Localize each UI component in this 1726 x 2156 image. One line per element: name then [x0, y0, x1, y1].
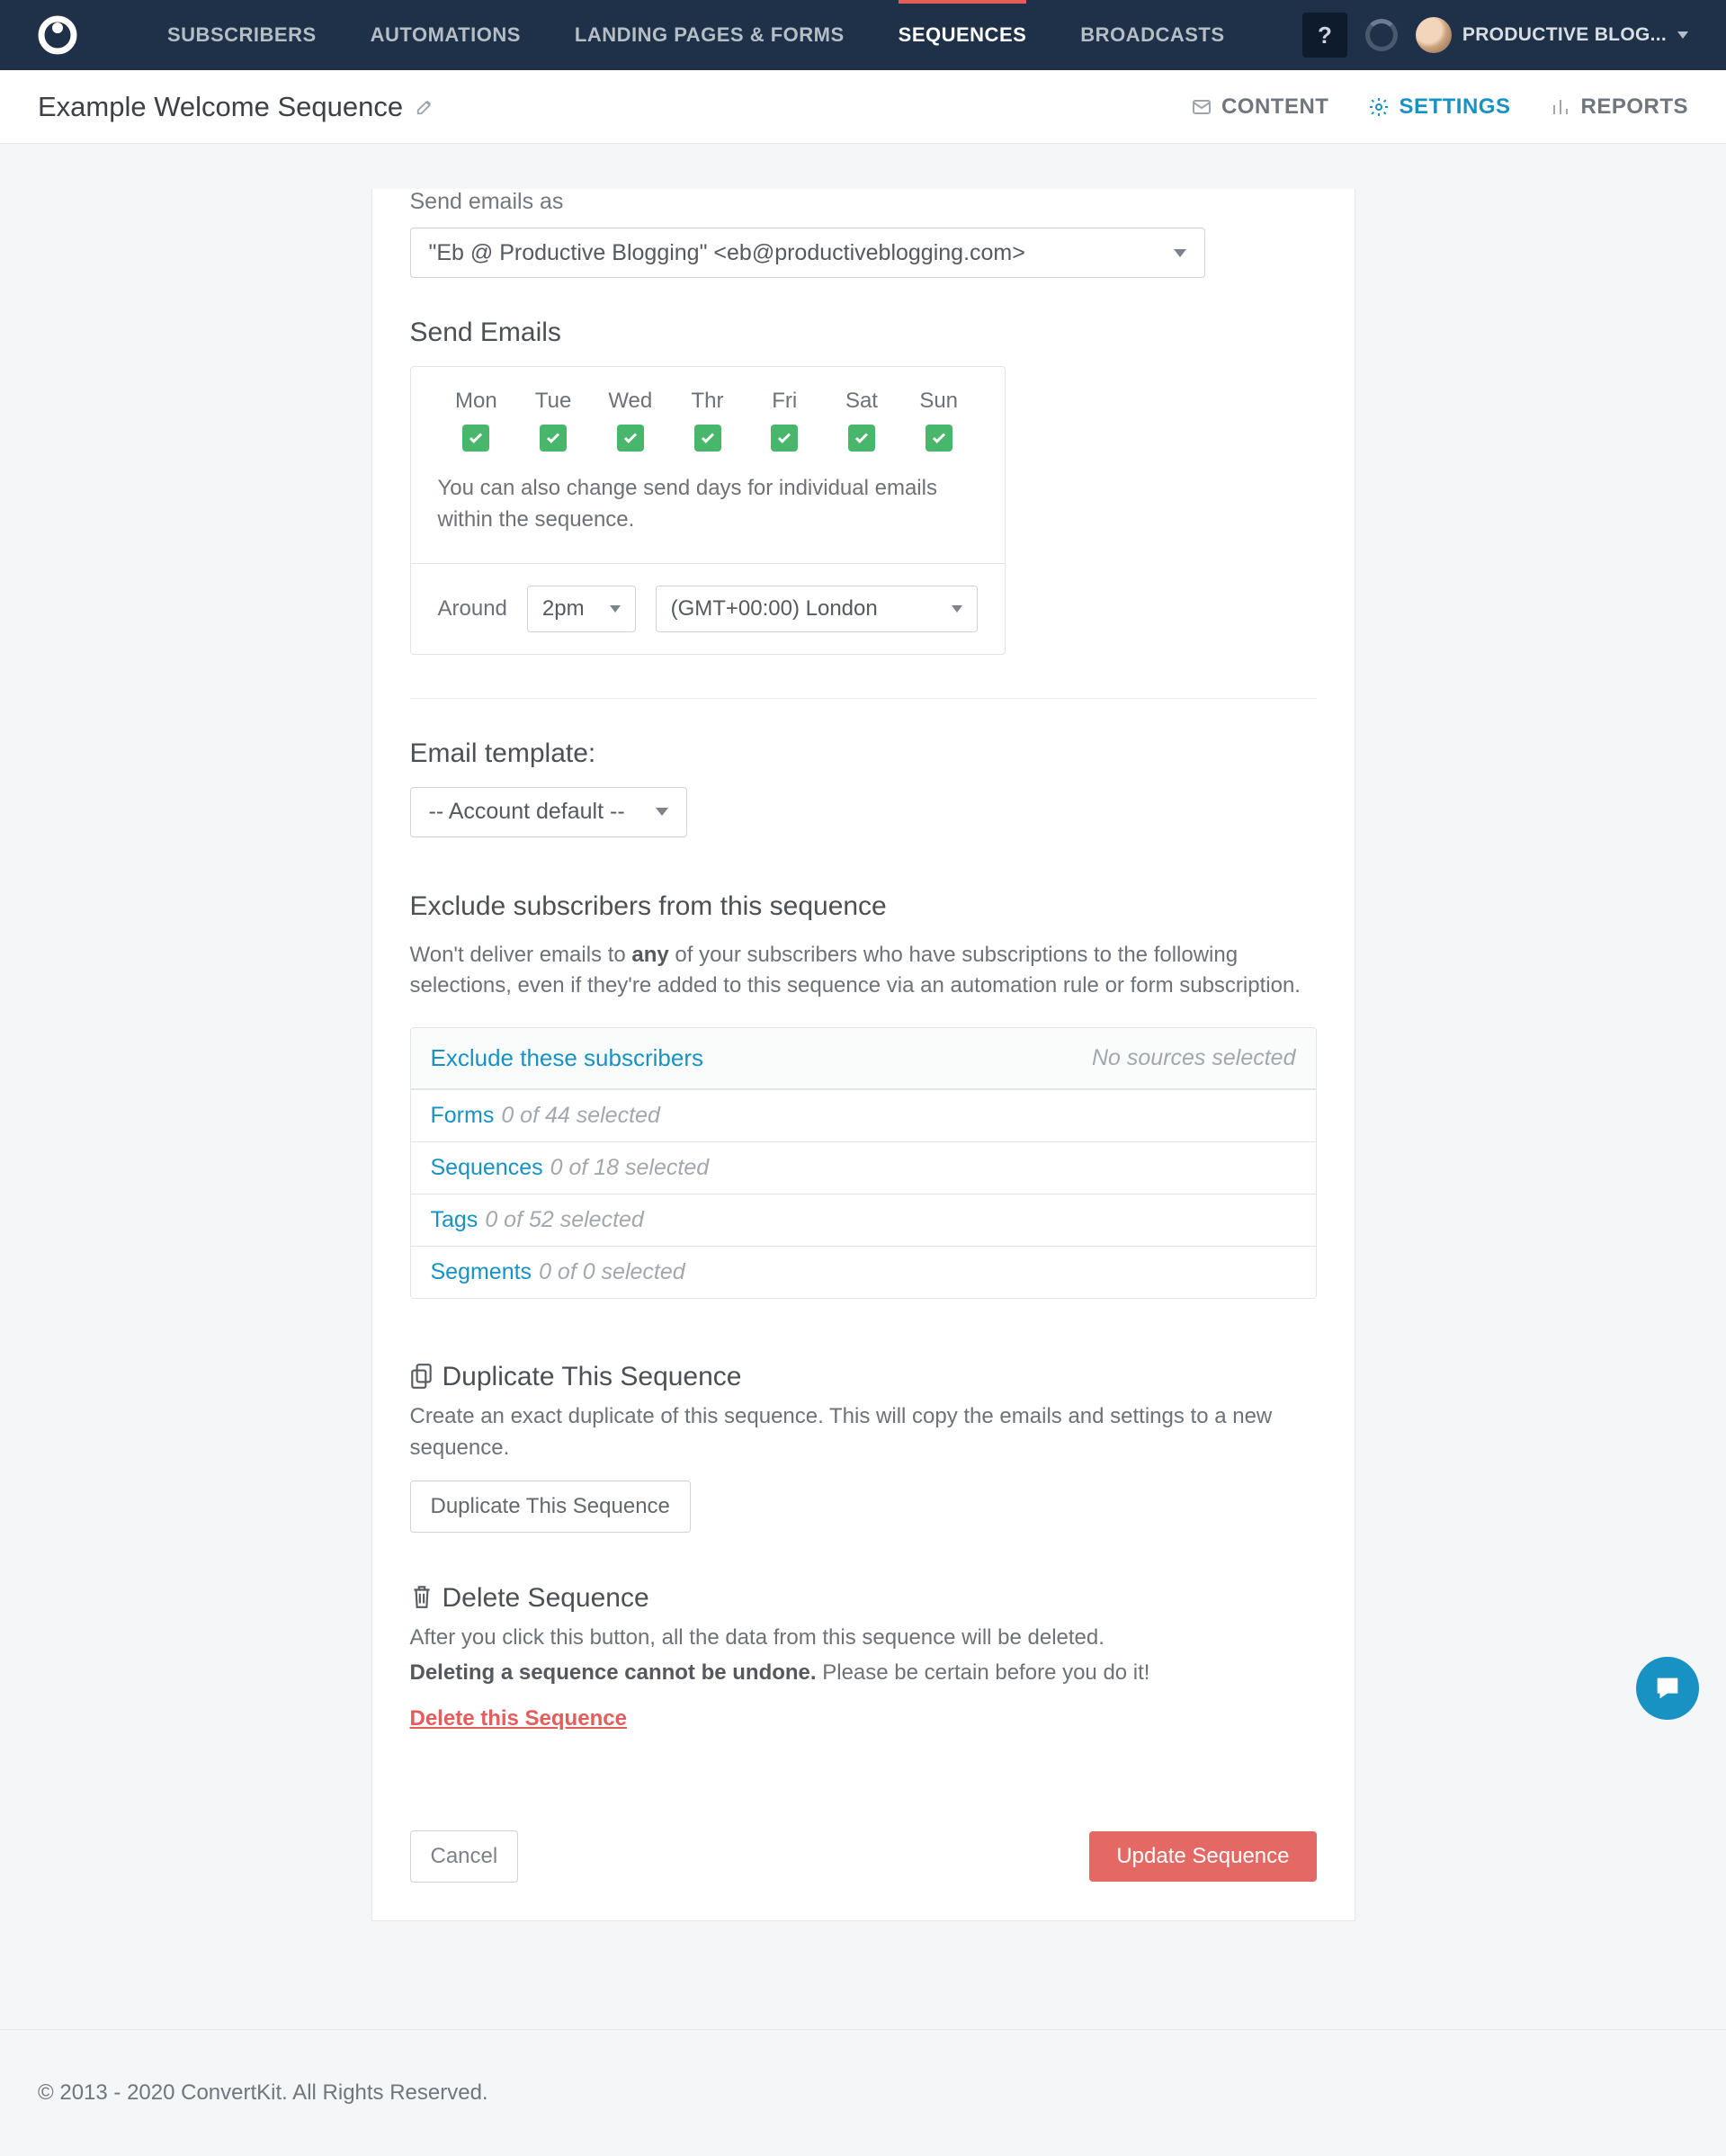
exclude-row-tags[interactable]: Tags 0 of 52 selected	[411, 1194, 1316, 1246]
sequence-title: Example Welcome Sequence	[38, 91, 403, 123]
tab-settings[interactable]: SETTINGS	[1368, 94, 1510, 120]
duplicate-heading-row: Duplicate This Sequence	[410, 1362, 1317, 1392]
day-wed: Wed	[592, 389, 669, 414]
exclude-panel: Exclude these subscribers No sources sel…	[410, 1027, 1317, 1299]
day-mon: Mon	[438, 389, 515, 414]
delete-desc-2: Deleting a sequence cannot be undone. Pl…	[410, 1658, 1317, 1689]
caret-down-icon	[656, 808, 668, 816]
footer: © 2013 - 2020 ConvertKit. All Rights Res…	[0, 2029, 1726, 2156]
around-label: Around	[438, 596, 507, 622]
nav-landing-pages[interactable]: LANDING PAGES & FORMS	[548, 0, 872, 70]
send-as-label: Send emails as	[410, 189, 1317, 215]
exclude-row-segments[interactable]: Segments 0 of 0 selected	[411, 1246, 1316, 1298]
avatar	[1416, 17, 1452, 53]
delete-link[interactable]: Delete this Sequence	[410, 1706, 627, 1731]
copyright: © 2013 - 2020 ConvertKit. All Rights Res…	[38, 2080, 488, 2105]
day-fri-checkbox[interactable]	[771, 425, 798, 452]
delete-desc-1: After you click this button, all the dat…	[410, 1623, 1317, 1654]
tab-content[interactable]: CONTENT	[1191, 94, 1329, 120]
exclude-heading: Exclude subscribers from this sequence	[410, 891, 1317, 922]
help-button[interactable]: ?	[1302, 13, 1347, 58]
delete-heading-row: Delete Sequence	[410, 1583, 1317, 1614]
day-fri: Fri	[746, 389, 823, 414]
day-wed-checkbox[interactable]	[617, 425, 644, 452]
duplicate-desc: Create an exact duplicate of this sequen…	[410, 1401, 1317, 1464]
primary-nav: SUBSCRIBERS AUTOMATIONS LANDING PAGES & …	[140, 0, 1252, 70]
update-button[interactable]: Update Sequence	[1089, 1831, 1316, 1882]
chat-icon	[1652, 1673, 1683, 1704]
settings-card: Send emails as "Eb @ Productive Blogging…	[371, 189, 1355, 1921]
day-thr-checkbox[interactable]	[694, 425, 721, 452]
nav-broadcasts[interactable]: BROADCASTS	[1053, 0, 1251, 70]
copy-icon	[410, 1363, 434, 1392]
template-heading: Email template:	[410, 738, 1317, 769]
chart-icon	[1550, 96, 1571, 118]
send-emails-heading: Send Emails	[410, 318, 1317, 348]
day-sun-checkbox[interactable]	[926, 425, 952, 452]
envelope-icon	[1191, 96, 1212, 118]
user-name: PRODUCTIVE BLOG...	[1462, 24, 1667, 46]
cancel-button[interactable]: Cancel	[410, 1830, 519, 1883]
duplicate-button[interactable]: Duplicate This Sequence	[410, 1481, 691, 1533]
exclude-row-sequences[interactable]: Sequences 0 of 18 selected	[411, 1141, 1316, 1194]
nav-automations[interactable]: AUTOMATIONS	[344, 0, 548, 70]
top-nav: SUBSCRIBERS AUTOMATIONS LANDING PAGES & …	[0, 0, 1726, 70]
exclude-panel-header: Exclude these subscribers No sources sel…	[411, 1027, 1316, 1089]
day-thr: Thr	[669, 389, 747, 414]
caret-down-icon	[610, 605, 621, 613]
tab-reports[interactable]: REPORTS	[1550, 94, 1688, 120]
send-days-panel: Mon Tue Wed Thr Fri Sat Sun You can also…	[410, 366, 1006, 655]
caret-down-icon	[1174, 249, 1186, 257]
gear-icon	[1368, 96, 1390, 118]
day-sat: Sat	[823, 389, 900, 414]
nav-subscribers[interactable]: SUBSCRIBERS	[140, 0, 344, 70]
user-menu[interactable]: PRODUCTIVE BLOG...	[1416, 17, 1688, 53]
send-days-note: You can also change send days for indivi…	[411, 452, 1005, 563]
time-select[interactable]: 2pm	[527, 586, 636, 632]
timezone-select[interactable]: (GMT+00:00) London	[656, 586, 978, 632]
exclude-description: Won't deliver emails to any of your subs…	[410, 940, 1317, 1003]
trash-icon	[410, 1583, 434, 1613]
caret-down-icon	[952, 605, 962, 613]
day-mon-checkbox[interactable]	[462, 425, 489, 452]
logo[interactable]	[38, 15, 77, 55]
sequence-header: Example Welcome Sequence CONTENT SETTING…	[0, 70, 1726, 144]
pencil-icon[interactable]	[416, 91, 435, 123]
send-as-select[interactable]: "Eb @ Productive Blogging" <eb@productiv…	[410, 228, 1205, 278]
nav-sequences[interactable]: SEQUENCES	[872, 0, 1054, 70]
chat-widget[interactable]	[1636, 1657, 1699, 1720]
day-sun: Sun	[900, 389, 978, 414]
day-sat-checkbox[interactable]	[848, 425, 875, 452]
template-select[interactable]: -- Account default --	[410, 787, 687, 837]
chevron-down-icon	[1677, 31, 1688, 39]
loading-icon	[1365, 19, 1398, 51]
day-tue: Tue	[514, 389, 592, 414]
exclude-row-forms[interactable]: Forms 0 of 44 selected	[411, 1089, 1316, 1141]
day-tue-checkbox[interactable]	[540, 425, 567, 452]
